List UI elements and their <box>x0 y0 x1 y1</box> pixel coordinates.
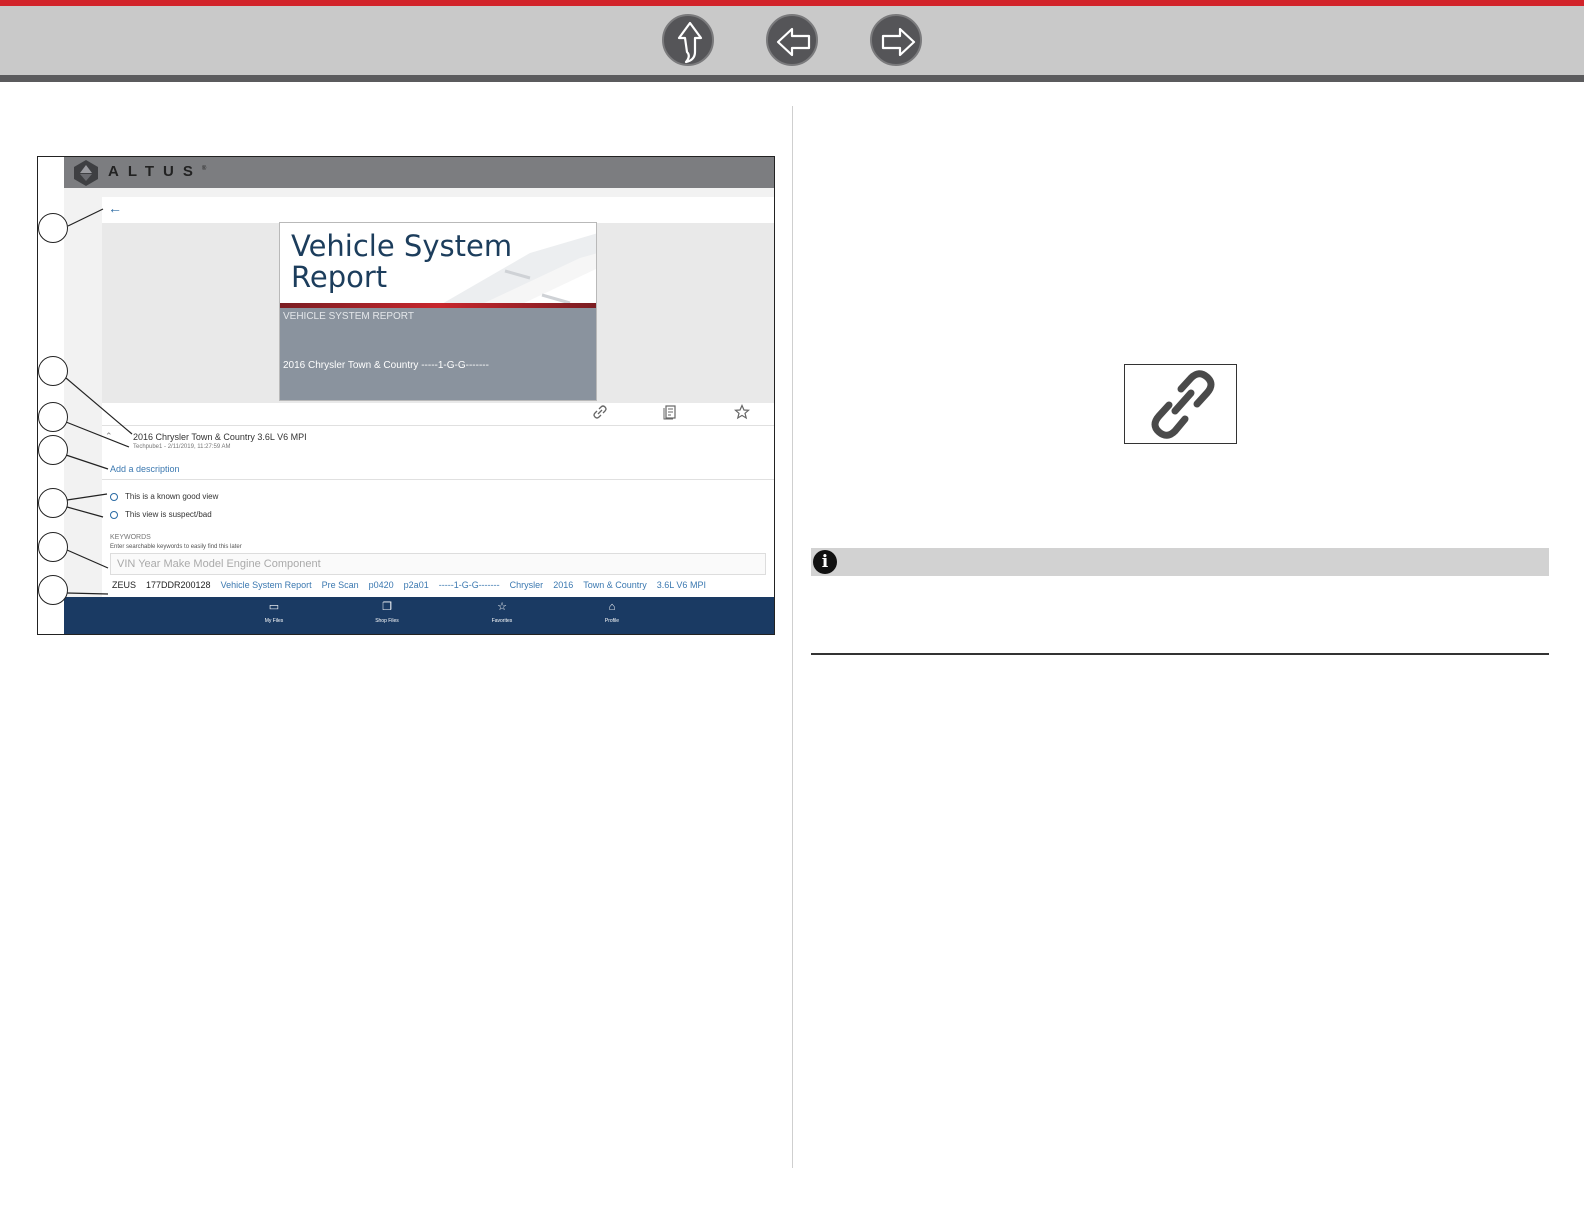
bottom-nav-label: Favorites <box>491 618 513 624</box>
keyword-tag[interactable]: Chrysler <box>510 580 544 590</box>
app-toolbar: ← ⋮ <box>102 197 774 223</box>
star-icon: ☆ <box>497 601 507 613</box>
chain-link-icon <box>1151 370 1215 439</box>
files-icon: ❐ <box>382 601 392 613</box>
suspect-bad-radio[interactable] <box>110 511 118 519</box>
app-header: ALTUS® <box>64 157 774 188</box>
report-vehicle: 2016 Chrysler Town & Country -----1-G-G-… <box>283 360 489 371</box>
keyword-tag[interactable]: ZEUS <box>112 580 136 590</box>
keyword-tag[interactable]: Vehicle System Report <box>221 580 312 590</box>
top-nav-bar <box>0 0 1584 82</box>
manual-page: ALTUS® ← ⋮ Vehicle System Report <box>0 0 1584 1224</box>
keyword-tag[interactable]: p2a01 <box>404 580 429 590</box>
callout-2 <box>38 356 68 386</box>
bottom-nav-my-files[interactable]: ▭ My Files <box>234 600 314 624</box>
divider <box>102 425 774 426</box>
divider <box>102 479 774 480</box>
file-details-panel: ⌃ 2016 Chrysler Town & Country 3.6L V6 M… <box>102 403 774 597</box>
red-accent-stripe <box>0 0 1584 6</box>
bottom-nav-favorites[interactable]: ☆ Favorites <box>462 600 542 624</box>
file-meta: Techpube1 - 2/11/2019, 11:27:59 AM <box>133 444 231 450</box>
document-icon[interactable] <box>662 404 678 420</box>
keyword-tag[interactable]: 177DDR200128 <box>146 580 211 590</box>
bottom-nav-shop-files[interactable]: ❐ Shop Files <box>347 600 427 624</box>
link-icon-figure <box>1124 364 1237 444</box>
keyword-tags: ZEUS 177DDR200128 Vehicle System Report Pre… <box>112 580 716 590</box>
keywords-heading: KEYWORDS <box>110 534 151 541</box>
forward-button[interactable] <box>870 14 922 66</box>
link-icon[interactable] <box>592 404 608 420</box>
column-divider <box>792 106 793 1168</box>
altus-logo-icon <box>74 160 98 186</box>
back-button[interactable] <box>766 14 818 66</box>
right-arrow-icon <box>881 27 916 57</box>
keywords-hint: Enter searchable keywords to easily find… <box>110 544 242 550</box>
bottom-nav-label: My Files <box>264 618 284 624</box>
app-window: ALTUS® ← ⋮ Vehicle System Report <box>64 157 774 634</box>
app-logo-text: ALTUS® <box>108 163 207 180</box>
report-thumbnail[interactable]: Vehicle System Report VEHICLE SYSTEM REP… <box>279 222 597 401</box>
callout-5 <box>38 488 68 518</box>
app-screenshot-figure: ALTUS® ← ⋮ Vehicle System Report <box>37 156 775 635</box>
known-good-label: This is a known good view <box>125 492 219 501</box>
report-subtitle: VEHICLE SYSTEM REPORT <box>283 311 414 322</box>
callout-6 <box>38 532 68 562</box>
keyword-tag[interactable]: Town & Country <box>583 580 647 590</box>
keyword-tag[interactable]: p0420 <box>369 580 394 590</box>
add-description-link[interactable]: Add a description <box>110 464 180 474</box>
file-name: 2016 Chrysler Town & Country 3.6L V6 MPI <box>133 432 307 442</box>
keyword-tag[interactable]: 3.6L V6 MPI <box>657 580 706 590</box>
info-icon: i <box>813 550 837 574</box>
callout-7 <box>38 575 68 605</box>
collapse-chevron-icon[interactable]: ⌃ <box>105 431 113 442</box>
callout-3 <box>38 402 68 432</box>
left-arrow-icon <box>776 27 811 57</box>
star-icon[interactable] <box>734 404 750 420</box>
up-arrow-icon <box>677 21 703 64</box>
note-header: i <box>811 548 1549 576</box>
bottom-nav-label: Profile <box>604 618 620 624</box>
folder-icon: ▭ <box>268 601 280 613</box>
back-arrow-icon[interactable]: ← <box>108 200 122 216</box>
report-title: Vehicle System Report <box>291 229 513 294</box>
bottom-nav-label: Shop Files <box>375 618 399 624</box>
bottom-nav-profile[interactable]: ⌂ Profile <box>572 600 652 624</box>
known-good-radio[interactable] <box>110 493 118 501</box>
keyword-tag[interactable]: 2016 <box>553 580 573 590</box>
app-bottom-nav: ▭ My Files ❐ Shop Files ☆ Favorites ⌂ Profile <box>64 597 774 634</box>
report-info-panel: VEHICLE SYSTEM REPORT 2016 Chrysler Town… <box>280 308 596 400</box>
callout-4 <box>38 435 68 465</box>
dark-bottom-stripe <box>0 75 1584 82</box>
kebab-menu-icon[interactable]: ⋮ <box>770 201 774 218</box>
keywords-input[interactable]: VIN Year Make Model Engine Component <box>110 553 766 575</box>
keyword-tag[interactable]: -----1-G-G------- <box>439 580 500 590</box>
callout-1 <box>38 213 68 243</box>
profile-icon: ⌂ <box>608 601 616 613</box>
up-button[interactable] <box>662 14 714 66</box>
suspect-bad-label: This view is suspect/bad <box>125 510 212 519</box>
keyword-tag[interactable]: Pre Scan <box>322 580 359 590</box>
section-rule <box>811 653 1549 655</box>
